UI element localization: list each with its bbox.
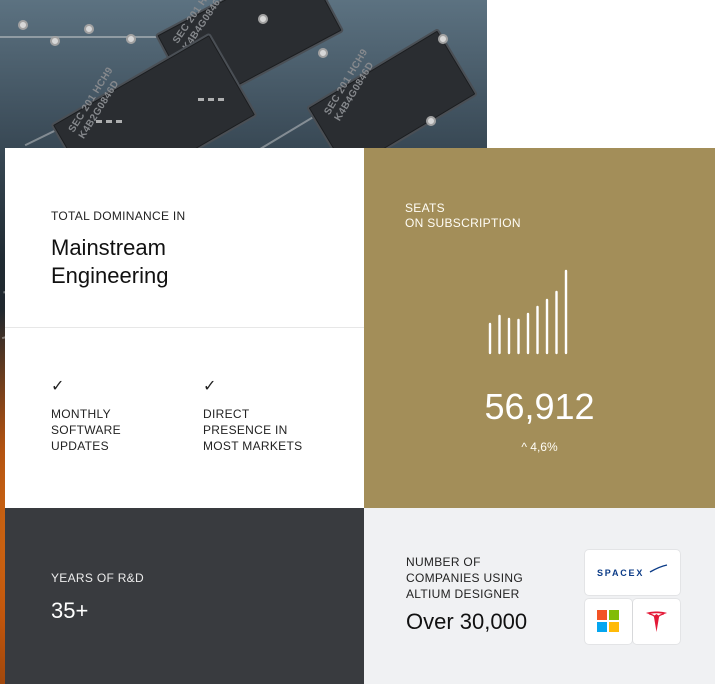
pcb-via bbox=[18, 20, 28, 30]
companies-label: NUMBER OF COMPANIES USING ALTIUM DESIGNE… bbox=[406, 555, 523, 601]
component-pad bbox=[198, 98, 204, 101]
years-label: YEARS OF R&D bbox=[51, 571, 144, 585]
pcb-via bbox=[126, 34, 136, 44]
dominance-label: TOTAL DOMINANCE IN bbox=[51, 209, 186, 223]
component-pad bbox=[208, 98, 214, 101]
section-divider bbox=[5, 327, 364, 328]
dominance-panel: TOTAL DOMINANCE IN Mainstream Engineerin… bbox=[5, 148, 364, 508]
check-icon: ✓ bbox=[51, 378, 65, 395]
microsoft-logo-card bbox=[585, 599, 632, 644]
dominance-title: Mainstream Engineering bbox=[51, 235, 169, 288]
seats-panel: SEATS ON SUBSCRIPTION 56,912 ^ 4,6% bbox=[364, 148, 715, 508]
feature-label: DIRECT PRESENCE IN MOST MARKETS bbox=[203, 407, 303, 453]
pcb-via bbox=[50, 36, 60, 46]
component-pad bbox=[218, 98, 224, 101]
feature-label: MONTHLY SOFTWARE UPDATES bbox=[51, 407, 121, 453]
seats-value: 56,912 bbox=[484, 386, 595, 427]
years-panel: YEARS OF R&D 35+ bbox=[5, 508, 364, 684]
companies-value: Over 30,000 bbox=[406, 609, 528, 634]
component-pad bbox=[106, 120, 112, 123]
chip-label: SEC 201 HCH9 K4B2G0846D bbox=[66, 65, 122, 142]
tesla-logo-card bbox=[633, 599, 680, 644]
pcb-via bbox=[438, 34, 448, 44]
pcb-via bbox=[318, 48, 328, 58]
check-icon: ✓ bbox=[203, 378, 217, 395]
pcb-via bbox=[258, 14, 268, 24]
seats-growth-bars bbox=[488, 269, 568, 355]
seats-change: ^ 4,6% bbox=[521, 440, 558, 454]
feature-monthly-updates: ✓ MONTHLY SOFTWARE UPDATES bbox=[51, 379, 191, 454]
component-pad bbox=[96, 120, 102, 123]
component-pad bbox=[116, 120, 122, 123]
chip-label: SEC 201 HCH9 K4B4G0846D bbox=[322, 47, 377, 124]
pcb-via bbox=[426, 116, 436, 126]
years-value: 35+ bbox=[51, 598, 89, 623]
pcb-via bbox=[84, 24, 94, 34]
companies-panel: NUMBER OF COMPANIES USING ALTIUM DESIGNE… bbox=[364, 508, 715, 684]
spacex-logo-card: SPACEX bbox=[585, 550, 680, 595]
feature-direct-presence: ✓ DIRECT PRESENCE IN MOST MARKETS bbox=[203, 379, 343, 454]
tesla-logo bbox=[646, 611, 667, 632]
microsoft-logo bbox=[597, 610, 619, 632]
